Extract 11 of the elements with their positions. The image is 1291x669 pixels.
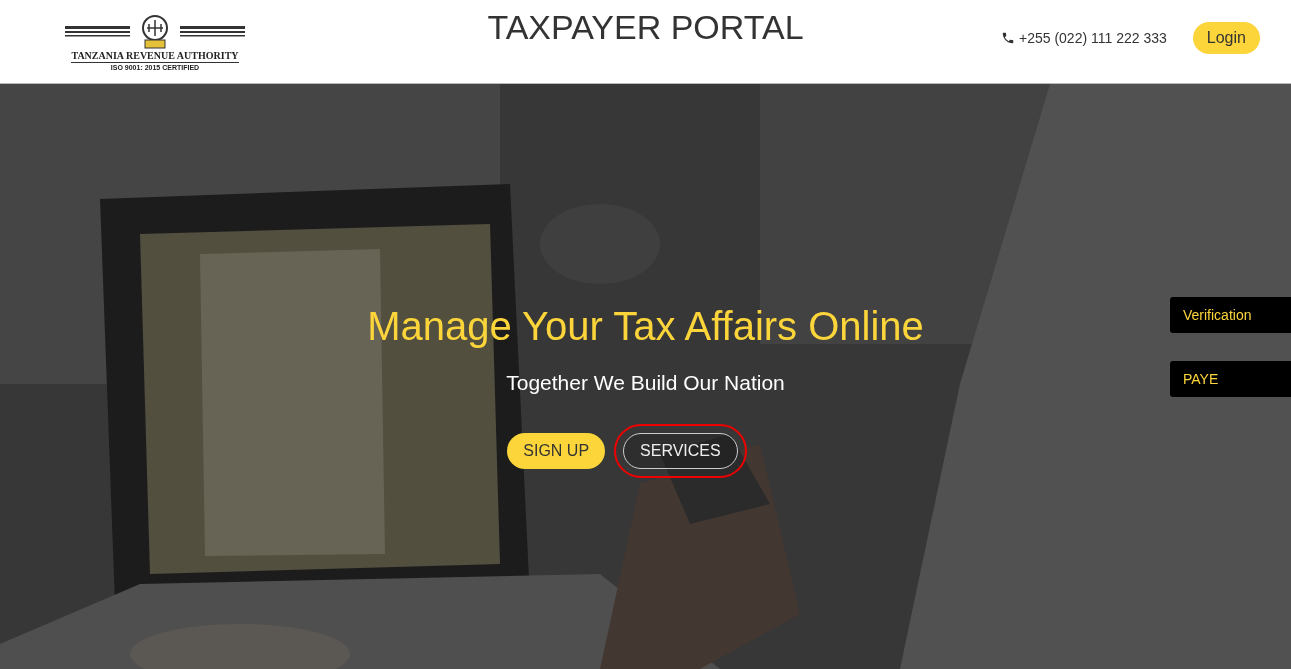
phone-icon — [1001, 31, 1015, 45]
login-button[interactable]: Login — [1192, 22, 1260, 54]
hero-tagline: Together We Build Our Nation — [506, 371, 785, 395]
side-tab[interactable]: PAYE — [1170, 361, 1291, 397]
emblem-icon — [65, 14, 245, 50]
hero-headline: Manage Your Tax Affairs Online — [367, 304, 924, 349]
portal-title: TAXPAYER PORTAL — [487, 8, 804, 47]
signup-button[interactable]: SIGN UP — [507, 433, 606, 469]
phone-number: +255 (022) 111 222 333 — [1001, 30, 1167, 46]
logo-name: TANZANIA REVENUE AUTHORITY — [71, 50, 239, 63]
side-tab[interactable]: Verification — [1170, 297, 1291, 333]
